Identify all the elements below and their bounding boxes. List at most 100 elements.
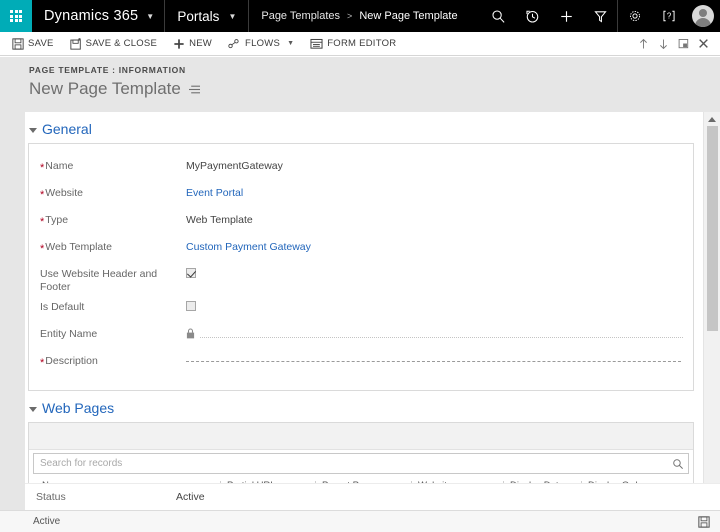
scrollbar-thumb[interactable]	[707, 126, 718, 331]
chevron-down-icon: ▼	[287, 40, 295, 47]
top-navigation-bar: Dynamics 365 ▼ Portals ▼ Page Templates …	[0, 0, 720, 32]
new-button-label: NEW	[189, 38, 213, 49]
footer-status-label: Status	[36, 491, 66, 503]
previous-record-up-arrow-icon[interactable]	[633, 32, 653, 56]
field-row-name: *Name MyPaymentGateway	[29, 154, 693, 180]
general-section-title: General	[42, 121, 92, 137]
new-button[interactable]: NEW	[173, 38, 221, 50]
pop-out-window-icon[interactable]	[673, 32, 693, 56]
recent-history-icon[interactable]	[515, 0, 549, 32]
title-row: New Page Template	[29, 79, 720, 99]
chevron-down-icon: ▼	[146, 11, 155, 21]
form-editor-button[interactable]: FORM EDITOR	[310, 38, 405, 50]
field-row-type: *Type Web Template	[29, 208, 693, 234]
field-value-name[interactable]: MyPaymentGateway	[186, 154, 683, 173]
field-row-is-default: Is Default	[29, 295, 693, 321]
save-and-close-button-label: SAVE & CLOSE	[85, 38, 158, 49]
page-body: PAGE TEMPLATE : INFORMATION New Page Tem…	[0, 57, 720, 532]
app-name-dropdown[interactable]: Dynamics 365 ▼	[32, 0, 166, 32]
field-label-description: *Description	[40, 355, 98, 369]
next-record-down-arrow-icon[interactable]	[653, 32, 673, 56]
gear-settings-icon[interactable]	[618, 0, 652, 32]
area-name-dropdown[interactable]: Portals ▼	[165, 0, 250, 32]
avatar	[692, 5, 714, 27]
form-vertical-scrollbar[interactable]	[703, 112, 720, 532]
general-section-body: *Name MyPaymentGateway *Website Event Po…	[28, 143, 694, 391]
area-name-label: Portals	[177, 8, 220, 24]
advanced-find-filter-icon[interactable]	[583, 0, 617, 32]
help-question-icon[interactable]: ?	[652, 0, 686, 32]
breadcrumb: Page Templates > New Page Template	[249, 0, 469, 32]
flows-menu-button[interactable]: FLOWS ▼	[228, 38, 303, 50]
breadcrumb-parent-link[interactable]: Page Templates	[261, 10, 340, 22]
required-marker-icon: *	[40, 243, 45, 255]
nav-icon-group: ?	[481, 0, 720, 32]
svg-text:?: ?	[667, 12, 672, 21]
subgrid-search-box[interactable]	[33, 453, 689, 474]
command-bar: SAVE SAVE & CLOSE NEW FLOWS ▼ FORM EDITO…	[0, 32, 720, 56]
field-label-name: *Name	[40, 160, 74, 174]
app-name-label: Dynamics 365	[44, 8, 139, 24]
chevron-down-icon: ▼	[228, 11, 237, 21]
search-icon[interactable]	[672, 458, 684, 470]
collapse-triangle-icon	[29, 127, 37, 133]
field-value-entity-name	[186, 322, 683, 339]
search-icon[interactable]	[481, 0, 515, 32]
footer-status-field: Status Active	[25, 483, 720, 510]
field-row-web-template: *Web Template Custom Payment Gateway	[29, 235, 693, 261]
subgrid-toolbar	[29, 423, 693, 450]
save-disk-icon[interactable]	[698, 515, 710, 528]
quick-create-plus-icon[interactable]	[549, 0, 583, 32]
web-pages-section-header[interactable]: Web Pages	[25, 391, 703, 422]
field-label-entity-name: Entity Name	[40, 328, 98, 340]
entity-name-input-line[interactable]	[200, 336, 683, 338]
app-launcher-button[interactable]	[0, 0, 32, 32]
save-and-close-button[interactable]: SAVE & CLOSE	[70, 37, 166, 50]
field-label-is-default: Is Default	[40, 301, 85, 313]
form-editor-button-label: FORM EDITOR	[327, 38, 397, 49]
search-input[interactable]	[40, 458, 672, 469]
field-value-type[interactable]: Web Template	[186, 208, 683, 227]
checkbox-is-default[interactable]	[186, 301, 196, 311]
checkbox-use-website-header-and-footer[interactable]	[186, 268, 196, 278]
required-marker-icon: *	[40, 216, 45, 228]
save-button-label: SAVE	[28, 38, 54, 49]
field-value-web-template[interactable]: Custom Payment Gateway	[186, 235, 683, 254]
page-eyebrow: PAGE TEMPLATE : INFORMATION	[29, 65, 186, 75]
record-header: PAGE TEMPLATE : INFORMATION New Page Tem…	[0, 57, 720, 107]
field-label-website: *Website	[40, 187, 84, 201]
collapse-triangle-icon	[29, 406, 37, 412]
field-value-is-default	[186, 295, 683, 311]
scroll-up-arrow-icon[interactable]	[704, 112, 720, 126]
save-button[interactable]: SAVE	[12, 37, 63, 50]
footer-status-value[interactable]: Active	[176, 491, 205, 503]
command-bar-right-icons	[633, 32, 720, 56]
lock-icon	[186, 328, 195, 339]
locked-field-wrapper	[186, 327, 683, 339]
field-label-web-template: *Web Template	[40, 241, 113, 255]
nav-system-icon-group: ?	[617, 0, 720, 32]
general-section-header[interactable]: General	[25, 112, 703, 143]
close-x-icon[interactable]	[693, 32, 713, 56]
form-scroll-area: General *Name MyPaymentGateway *Website …	[25, 112, 720, 532]
field-row-entity-name: Entity Name	[29, 322, 693, 348]
status-bar: Active	[0, 510, 720, 532]
breadcrumb-current: New Page Template	[359, 10, 458, 22]
description-input-line[interactable]	[186, 361, 681, 362]
field-value-website[interactable]: Event Portal	[186, 181, 683, 200]
field-row-description: *Description	[29, 349, 693, 375]
record-set-menu-icon[interactable]	[188, 84, 201, 95]
field-row-use-website-header-and-footer: Use Website Header and Footer	[29, 262, 693, 294]
user-avatar[interactable]	[686, 0, 720, 32]
flows-button-label: FLOWS	[245, 38, 281, 49]
web-pages-section-title: Web Pages	[42, 400, 115, 416]
waffle-grid-icon	[10, 10, 22, 22]
form-content: General *Name MyPaymentGateway *Website …	[25, 112, 703, 532]
field-value-use-website-header-and-footer	[186, 262, 683, 278]
field-label-type: *Type	[40, 214, 69, 228]
required-marker-icon: *	[40, 189, 45, 201]
field-label-use-website-header-and-footer: Use Website Header and Footer	[40, 268, 158, 293]
breadcrumb-separator-icon: >	[347, 11, 353, 21]
field-row-website: *Website Event Portal	[29, 181, 693, 207]
